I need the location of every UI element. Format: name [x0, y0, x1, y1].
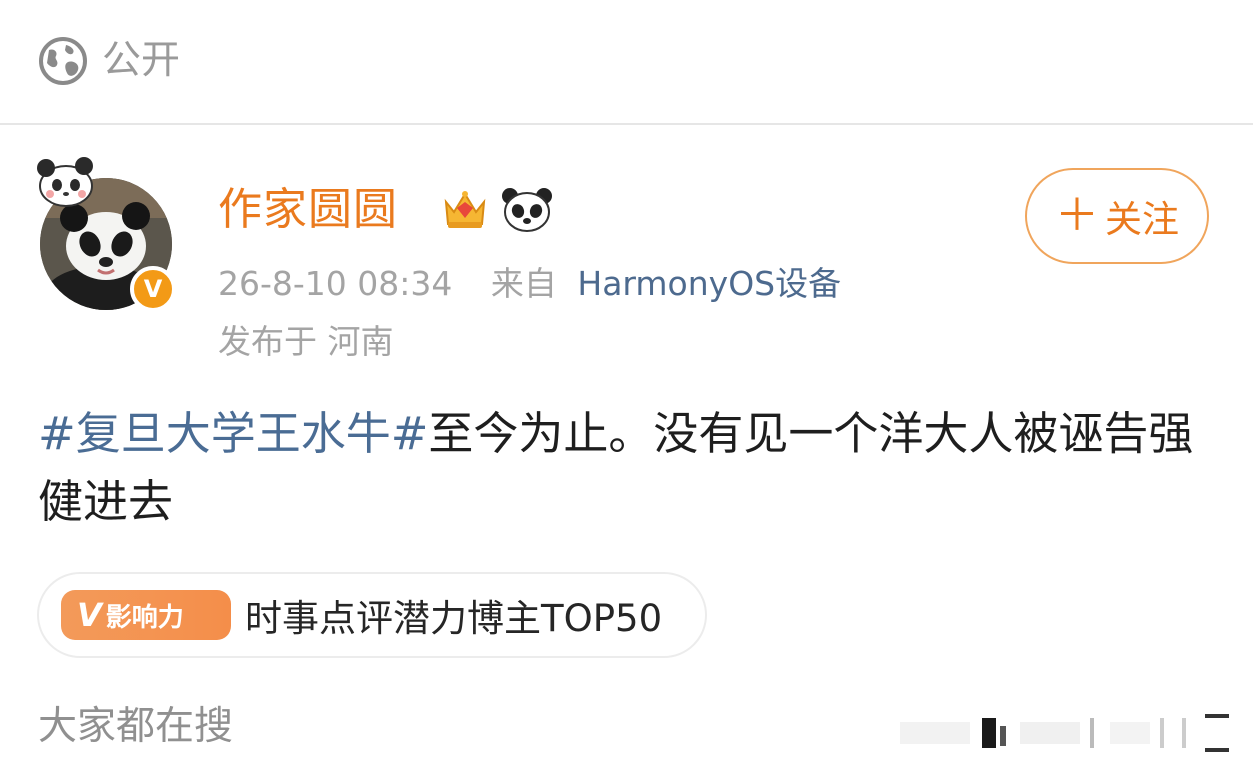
post-meta: 26-8-10 08:34 来自 HarmonyOS设备: [218, 262, 841, 306]
post-content: #复旦大学王水牛#至今为止。没有见一个洋大人被诬告强健进去: [38, 400, 1228, 536]
influence-tag-text: 时事点评潜力博主TOP50: [245, 597, 663, 640]
verified-badge: V: [130, 266, 176, 312]
source-device-link[interactable]: HarmonyOS设备: [577, 264, 841, 303]
influence-tag[interactable]: V 影响力 时事点评潜力博主TOP50: [37, 572, 707, 658]
top-bar: 公开: [0, 0, 1253, 125]
follow-button-label: 关注: [1105, 198, 1179, 241]
source-prefix: 来自: [490, 264, 557, 303]
influence-badge-label: 影响力: [105, 602, 184, 633]
crown-icon: [444, 191, 486, 228]
influence-badge: V 影响力: [61, 590, 231, 640]
trending-search-preview: [900, 714, 1229, 752]
location: 发布于 河南: [218, 322, 394, 361]
follow-button[interactable]: ＋ 关注: [1025, 168, 1209, 264]
panda-icon: [502, 188, 552, 232]
influence-v: V: [77, 596, 102, 634]
divider: [0, 123, 1253, 125]
username[interactable]: 作家圆圆: [218, 180, 398, 240]
visibility-label: 公开: [102, 38, 181, 83]
globe-icon: [39, 37, 87, 85]
hashtag-link[interactable]: #复旦大学王水牛#: [38, 407, 428, 460]
visibility-selector[interactable]: 公开: [38, 36, 180, 86]
timestamp: 26-8-10 08:34: [218, 264, 453, 303]
plus-icon: ＋: [1055, 190, 1099, 241]
trending-search-label: 大家都在搜: [38, 704, 234, 749]
panda-decoration-icon: [37, 157, 93, 207]
avatar[interactable]: V: [30, 152, 180, 317]
